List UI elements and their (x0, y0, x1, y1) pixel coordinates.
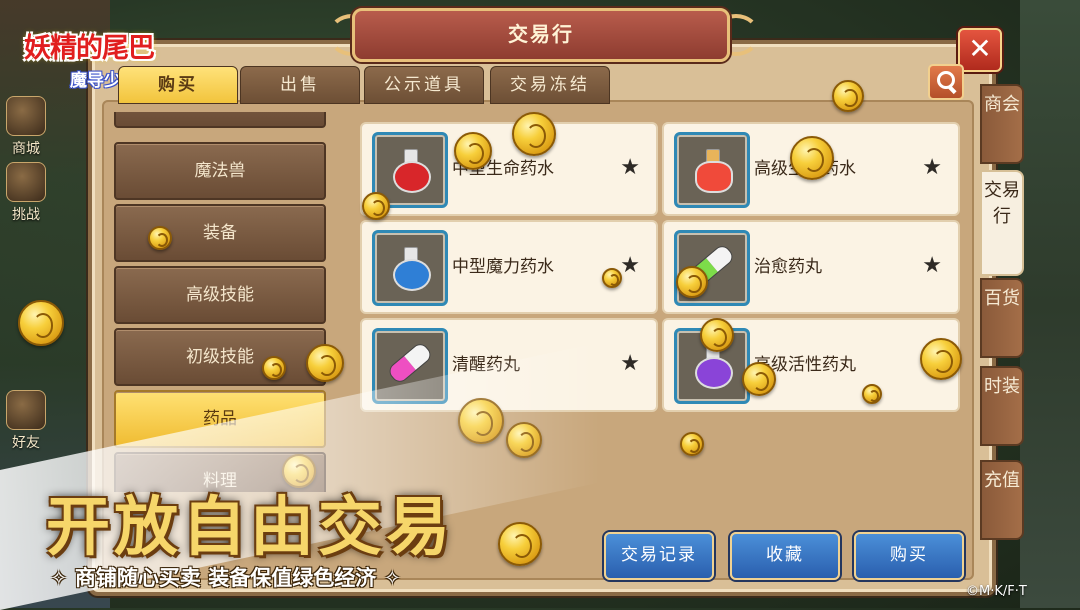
coin-icon (742, 362, 776, 396)
window-title: 交易行 (352, 8, 730, 62)
item-card[interactable]: 中型魔力药水 ★ (360, 220, 658, 314)
coin-icon (790, 136, 834, 180)
category-advanced-skill[interactable]: 高级技能 (114, 266, 326, 324)
coin-icon (676, 266, 708, 298)
tab-trade-frozen[interactable]: 交易冻结 (490, 66, 610, 104)
item-name: 中型魔力药水 (452, 257, 554, 277)
game-background-right (1020, 0, 1080, 608)
shop-icon (6, 96, 46, 136)
friends-icon (6, 390, 46, 430)
category-equipment[interactable]: 装备 (114, 204, 326, 262)
coin-icon (680, 432, 704, 456)
favorite-star-icon[interactable]: ★ (620, 320, 640, 408)
category-magic-beast[interactable]: 魔法兽 (114, 142, 326, 200)
favorite-star-icon[interactable]: ★ (922, 222, 942, 310)
tab-public-items[interactable]: 公示道具 (364, 66, 484, 104)
coin-icon (148, 226, 172, 250)
blue-potion-icon (372, 230, 448, 306)
heart-potion-icon (674, 132, 750, 208)
side-tab-department[interactable]: 百货 (980, 278, 1024, 358)
favorites-button[interactable]: 收藏 (730, 532, 840, 580)
tab-sell[interactable]: 出售 (240, 66, 360, 104)
challenge-menu-icon[interactable]: 挑战 (4, 162, 48, 224)
favorite-star-icon[interactable]: ★ (620, 124, 640, 212)
side-tab-trade[interactable]: 交易行 (980, 170, 1024, 276)
category-basic-skill[interactable]: 初级技能 (114, 328, 326, 386)
trade-history-button[interactable]: 交易记录 (604, 532, 714, 580)
coin-icon (498, 522, 542, 566)
close-icon: ✕ (968, 32, 992, 65)
search-button[interactable] (928, 64, 964, 100)
coin-icon (832, 80, 864, 112)
item-name: 治愈药丸 (754, 257, 822, 277)
coin-icon (306, 344, 344, 382)
challenge-label: 挑战 (12, 207, 40, 223)
favorite-star-icon[interactable]: ★ (922, 124, 942, 212)
coin-icon (454, 132, 492, 170)
coin-icon (700, 318, 734, 352)
close-button[interactable]: ✕ (958, 28, 1002, 72)
logo-title: 妖精的尾巴 (24, 33, 155, 64)
side-tab-recharge[interactable]: 充值 (980, 460, 1024, 540)
coin-icon (512, 112, 556, 156)
friends-menu-icon[interactable]: 好友 (4, 390, 48, 452)
coin-icon (862, 384, 882, 404)
coin-icon (920, 338, 962, 380)
coin-icon (18, 300, 64, 346)
copyright-text: ©M·K/F·T (966, 584, 1027, 599)
challenge-icon (6, 162, 46, 202)
promo-title: 开放自由交易 (46, 490, 454, 565)
item-card[interactable]: 治愈药丸 ★ (662, 220, 960, 314)
side-tab-fashion[interactable]: 时装 (980, 366, 1024, 446)
friends-label: 好友 (12, 435, 40, 451)
shop-menu-icon[interactable]: 商城 (4, 96, 48, 158)
promo-subtitle: ✧ 商铺随心买卖 装备保值绿色经济 ✧ (50, 566, 402, 590)
tab-buy[interactable]: 购买 (118, 66, 238, 104)
category-item-partial[interactable] (114, 112, 326, 128)
item-grid: 中型生命药水 ★ 高级生命药水 ★ 中型魔力药水 ★ 治愈药丸 ★ 清醒药丸 ★… (360, 122, 960, 412)
coin-icon (262, 356, 286, 380)
shop-label: 商城 (12, 141, 40, 157)
coin-icon (362, 192, 390, 220)
favorite-star-icon[interactable]: ★ (620, 222, 640, 310)
item-card[interactable]: 中型生命药水 ★ (360, 122, 658, 216)
coin-icon (602, 268, 622, 288)
side-tab-guild[interactable]: 商会 (980, 84, 1024, 164)
buy-button[interactable]: 购买 (854, 532, 964, 580)
